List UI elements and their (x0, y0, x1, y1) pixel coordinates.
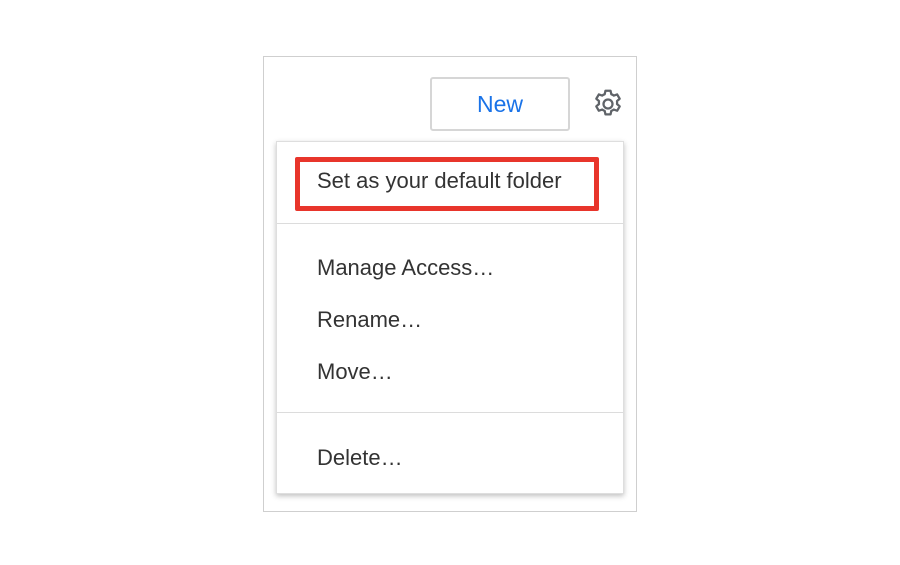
new-button[interactable]: New (430, 77, 570, 131)
menu-item-move[interactable]: Move… (317, 359, 393, 385)
menu-divider (277, 223, 623, 224)
folder-context-menu: Set as your default folder Manage Access… (276, 141, 624, 494)
menu-item-delete[interactable]: Delete… (317, 445, 403, 471)
menu-item-rename[interactable]: Rename… (317, 307, 422, 333)
gear-icon[interactable] (590, 86, 626, 122)
menu-item-set-default-folder[interactable]: Set as your default folder (317, 168, 562, 194)
menu-item-manage-access[interactable]: Manage Access… (317, 255, 494, 281)
menu-divider (277, 412, 623, 413)
